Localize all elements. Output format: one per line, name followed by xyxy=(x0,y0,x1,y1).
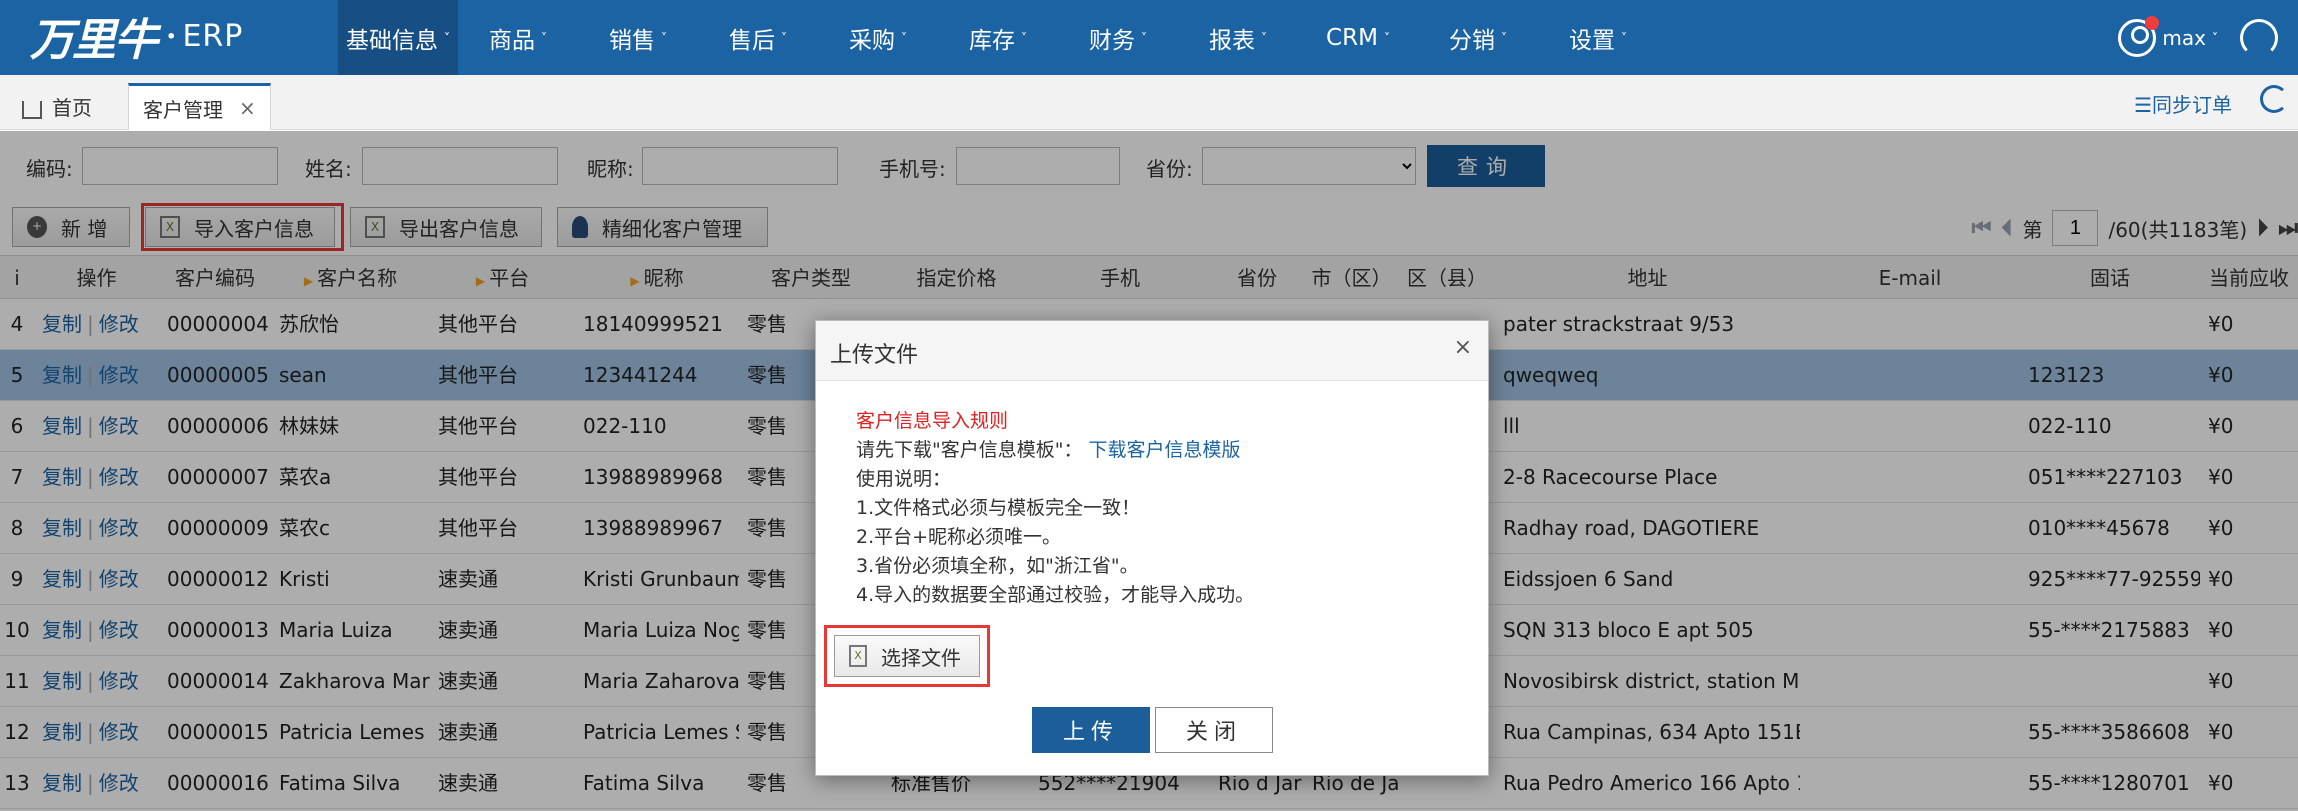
user-menu[interactable]: max ˅ xyxy=(2118,15,2218,57)
nav-item-2[interactable]: 销售 ˅ xyxy=(578,0,698,75)
download-prefix: 请先下载"客户信息模板"： xyxy=(856,439,1083,461)
chevron-down-icon: ˅ xyxy=(444,30,450,45)
logo-dot: · xyxy=(166,18,177,54)
chevron-down-icon: ˅ xyxy=(1141,30,1147,45)
tab-home-label: 首页 xyxy=(52,96,92,120)
dialog-header: 上传文件 × xyxy=(816,321,1488,381)
tab-customer-management[interactable]: 客户管理 × xyxy=(128,83,271,130)
nav-item-0[interactable]: 基础信息 ˅ xyxy=(338,0,458,75)
logo-text: 万里牛 xyxy=(30,15,158,66)
nav-item-1[interactable]: 商品 ˅ xyxy=(458,0,578,75)
notification-badge xyxy=(2145,15,2160,30)
nav-item-label: 销售 xyxy=(609,27,655,54)
nav-item-10[interactable]: 设置 ˅ xyxy=(1538,0,1658,75)
upload-file-dialog: 上传文件 × 客户信息导入规则 请先下载"客户信息模板"： 下载客户信息模版 使… xyxy=(815,320,1489,776)
close-button[interactable]: 关闭 xyxy=(1155,707,1273,753)
home-icon xyxy=(22,100,42,119)
nav-item-label: 分销 xyxy=(1449,27,1495,54)
username: max xyxy=(2162,25,2206,50)
nav-item-label: CRM xyxy=(1326,24,1378,51)
nav-item-7[interactable]: 报表 ˅ xyxy=(1178,0,1298,75)
refresh-icon[interactable] xyxy=(2260,85,2288,113)
sync-orders-link[interactable]: ☰同步订单 xyxy=(2134,89,2232,118)
chevron-down-icon: ˅ xyxy=(661,30,667,45)
user-area: max ˅ xyxy=(2118,0,2278,75)
chevron-down-icon: ˅ xyxy=(901,30,907,45)
headset-icon[interactable] xyxy=(2240,18,2278,57)
nav-item-5[interactable]: 库存 ˅ xyxy=(938,0,1058,75)
rules-title: 客户信息导入规则 xyxy=(856,410,1009,432)
nav-item-label: 采购 xyxy=(849,27,895,54)
nav-item-label: 财务 xyxy=(1089,27,1135,54)
nav-item-8[interactable]: CRM ˅ xyxy=(1298,0,1418,75)
nav-item-label: 设置 xyxy=(1569,27,1615,54)
dialog-title: 上传文件 xyxy=(830,343,919,368)
chevron-down-icon: ˅ xyxy=(1501,30,1507,45)
nav-item-label: 报表 xyxy=(1209,27,1255,54)
close-tab-icon[interactable]: × xyxy=(239,96,256,120)
logo-suffix: ERP xyxy=(182,18,244,54)
download-line: 请先下载"客户信息模板"： 下载客户信息模版 xyxy=(856,436,1476,465)
nav-item-3[interactable]: 售后 ˅ xyxy=(698,0,818,75)
tab-home[interactable]: 首页 xyxy=(8,83,106,130)
nav-item-9[interactable]: 分销 ˅ xyxy=(1418,0,1538,75)
chevron-down-icon: ˅ xyxy=(781,30,787,45)
rule-4: 4.导入的数据要全部通过校验，才能导入成功。 xyxy=(856,584,1255,606)
nav-item-label: 基础信息 xyxy=(346,27,438,54)
chevron-down-icon: ˅ xyxy=(1621,30,1627,45)
nav-item-label: 商品 xyxy=(489,27,535,54)
tab-customer-label: 客户管理 xyxy=(143,97,223,122)
nav-item-4[interactable]: 采购 ˅ xyxy=(818,0,938,75)
chevron-down-icon: ˅ xyxy=(1021,30,1027,45)
top-navbar: 万里牛 · ERP 基础信息 ˅ 商品 ˅ 销售 ˅ 售后 ˅ 采购 ˅ 库存 ˅ 财务 ˅ 报表 ˅ CRM ˅… xyxy=(0,0,2298,75)
main-menu: 基础信息 ˅ 商品 ˅ 销售 ˅ 售后 ˅ 采购 ˅ 库存 ˅ 财务 ˅ 报表 ˅ CRM ˅ 分销 ˅ 设置 ˅ xyxy=(338,0,1658,75)
nav-item-label: 库存 xyxy=(969,27,1015,54)
choose-file-label: 选择文件 xyxy=(881,645,961,670)
nav-item-label: 售后 xyxy=(729,27,775,54)
tab-bar: 首页 客户管理 × ☰同步订单 xyxy=(0,75,2298,130)
upload-button[interactable]: 上传 xyxy=(1032,707,1150,753)
close-icon[interactable]: × xyxy=(1454,335,1472,360)
chevron-down-icon: ˅ xyxy=(1261,30,1267,45)
download-template-link[interactable]: 下载客户信息模版 xyxy=(1089,439,1241,461)
nav-item-6[interactable]: 财务 ˅ xyxy=(1058,0,1178,75)
chevron-down-icon: ˅ xyxy=(2212,30,2218,45)
chevron-down-icon: ˅ xyxy=(1383,30,1390,45)
choose-file-button[interactable]: X 选择文件 xyxy=(834,635,980,677)
import-rules: 客户信息导入规则 请先下载"客户信息模板"： 下载客户信息模版 使用说明： 1.… xyxy=(856,407,1476,610)
rule-1: 1.文件格式必须与模板完全一致！ xyxy=(856,497,1141,519)
app-logo[interactable]: 万里牛 · ERP xyxy=(30,6,243,66)
user-icon xyxy=(2118,15,2160,57)
rule-3: 3.省份必须填全称，如"浙江省"。 xyxy=(856,555,1139,577)
rule-2: 2.平台+昵称必须唯一。 xyxy=(856,526,1062,548)
excel-icon: X xyxy=(849,645,867,667)
usage-label: 使用说明： xyxy=(856,468,952,490)
chevron-down-icon: ˅ xyxy=(541,30,547,45)
